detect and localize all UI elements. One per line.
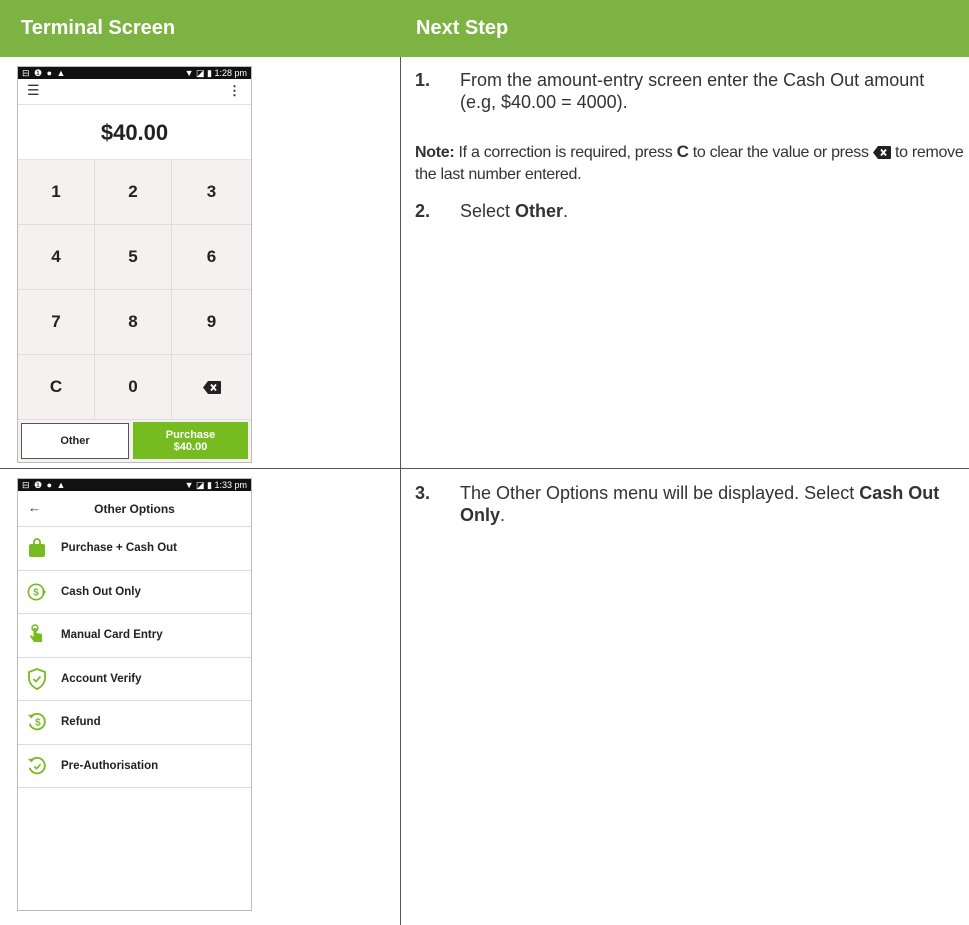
step-1: 1. From the amount-entry screen enter th… bbox=[415, 69, 955, 113]
key-8[interactable]: 8 bbox=[95, 290, 172, 355]
more-options-icon[interactable]: ⋮ bbox=[228, 83, 241, 99]
step-2: 2. Select Other. bbox=[415, 200, 955, 222]
note-text-a: If a correction is required, press bbox=[454, 144, 677, 161]
amount-display: $40.00 bbox=[18, 105, 251, 160]
key-1[interactable]: 1 bbox=[18, 160, 95, 225]
note-label: Note: bbox=[415, 144, 455, 161]
status-time: ▼ ◪ ▮ 1:33 pm bbox=[184, 480, 247, 490]
step-text-post: . bbox=[563, 201, 569, 221]
step-emphasis: Other bbox=[515, 201, 564, 221]
key-0[interactable]: 0 bbox=[95, 355, 172, 420]
column-divider-lower bbox=[400, 469, 401, 925]
action-buttons: Other Purchase $40.00 bbox=[18, 420, 251, 462]
shopping-bag-icon bbox=[27, 538, 47, 558]
note-text-b: to clear the value or press bbox=[688, 144, 873, 161]
column-divider bbox=[400, 57, 401, 469]
backspace-icon bbox=[872, 145, 891, 165]
key-3[interactable]: 3 bbox=[172, 160, 251, 225]
shield-verify-icon bbox=[27, 667, 47, 690]
keypad: 1 2 3 4 5 6 7 8 9 C 0 bbox=[18, 160, 251, 420]
option-label: Refund bbox=[61, 716, 101, 729]
purchase-button[interactable]: Purchase $40.00 bbox=[133, 422, 248, 459]
step-number: 2. bbox=[415, 201, 431, 221]
terminal-amount-screen: ⊟ ❶ ● ▲ ▼ ◪ ▮ 1:28 pm ☰ ⋮ $40.00 1 2 3 4… bbox=[17, 66, 252, 463]
step-3: 3. The Other Options menu will be displa… bbox=[415, 482, 955, 526]
key-5[interactable]: 5 bbox=[95, 225, 172, 290]
app-bar: ← Other Options bbox=[18, 491, 251, 527]
app-bar: ☰ ⋮ bbox=[18, 79, 251, 105]
option-manual-card-entry[interactable]: Manual Card Entry bbox=[18, 614, 251, 658]
key-4[interactable]: 4 bbox=[18, 225, 95, 290]
key-2[interactable]: 2 bbox=[95, 160, 172, 225]
key-9[interactable]: 9 bbox=[172, 290, 251, 355]
touch-hand-icon bbox=[27, 624, 47, 645]
header-next-step: Next Step bbox=[416, 17, 509, 39]
screen-title: Other Options bbox=[94, 502, 175, 516]
status-time: ▼ ◪ ▮ 1:28 pm bbox=[184, 68, 247, 78]
step-text: Select Other. bbox=[460, 200, 955, 222]
step-text: From the amount-entry screen enter the C… bbox=[460, 70, 925, 112]
key-clear[interactable]: C bbox=[18, 355, 95, 420]
status-icons: ⊟ ❶ ● ▲ bbox=[22, 68, 67, 78]
option-cash-out-only[interactable]: $ Cash Out Only bbox=[18, 571, 251, 614]
cash-out-icon: $ bbox=[27, 582, 47, 602]
status-bar: ⊟ ❶ ● ▲ ▼ ◪ ▮ 1:33 pm bbox=[18, 479, 251, 491]
option-refund[interactable]: $ Refund bbox=[18, 701, 251, 745]
svg-text:$: $ bbox=[35, 718, 41, 729]
step-text: The Other Options menu will be displayed… bbox=[460, 482, 955, 526]
purchase-amount: $40.00 bbox=[173, 440, 208, 453]
status-icons: ⊟ ❶ ● ▲ bbox=[22, 480, 67, 490]
backspace-icon bbox=[202, 380, 221, 394]
clear-key-glyph: C bbox=[676, 142, 689, 161]
purchase-label: Purchase bbox=[165, 428, 216, 441]
option-pre-authorisation[interactable]: Pre-Authorisation bbox=[18, 745, 251, 788]
key-7[interactable]: 7 bbox=[18, 290, 95, 355]
table-header: Terminal Screen Next Step bbox=[0, 0, 969, 57]
status-bar: ⊟ ❶ ● ▲ ▼ ◪ ▮ 1:28 pm bbox=[18, 67, 251, 79]
key-backspace[interactable] bbox=[172, 355, 251, 420]
step-text-pre: Select bbox=[460, 201, 516, 221]
header-terminal-screen: Terminal Screen bbox=[21, 17, 176, 39]
check-circle-icon bbox=[27, 756, 47, 776]
step-number: 3. bbox=[415, 483, 431, 503]
correction-note: Note: If a correction is required, press… bbox=[415, 142, 965, 185]
refund-icon: $ bbox=[27, 712, 47, 732]
option-label: Cash Out Only bbox=[61, 585, 141, 598]
option-purchase-cash-out[interactable]: Purchase + Cash Out bbox=[18, 527, 251, 571]
step-text-post: . bbox=[500, 505, 506, 525]
step-number: 1. bbox=[415, 70, 431, 90]
option-account-verify[interactable]: Account Verify bbox=[18, 658, 251, 701]
other-button[interactable]: Other bbox=[21, 423, 129, 459]
terminal-other-options-screen: ⊟ ❶ ● ▲ ▼ ◪ ▮ 1:33 pm ← Other Options Pu… bbox=[17, 478, 252, 911]
row-divider bbox=[0, 468, 969, 469]
option-label: Account Verify bbox=[61, 672, 142, 685]
step-text-pre: The Other Options menu will be displayed… bbox=[460, 483, 860, 503]
option-label: Manual Card Entry bbox=[61, 629, 163, 642]
svg-text:$: $ bbox=[33, 587, 39, 598]
option-label: Purchase + Cash Out bbox=[61, 542, 177, 555]
key-6[interactable]: 6 bbox=[172, 225, 251, 290]
menu-icon[interactable]: ☰ bbox=[27, 82, 40, 99]
option-label: Pre-Authorisation bbox=[61, 759, 159, 772]
